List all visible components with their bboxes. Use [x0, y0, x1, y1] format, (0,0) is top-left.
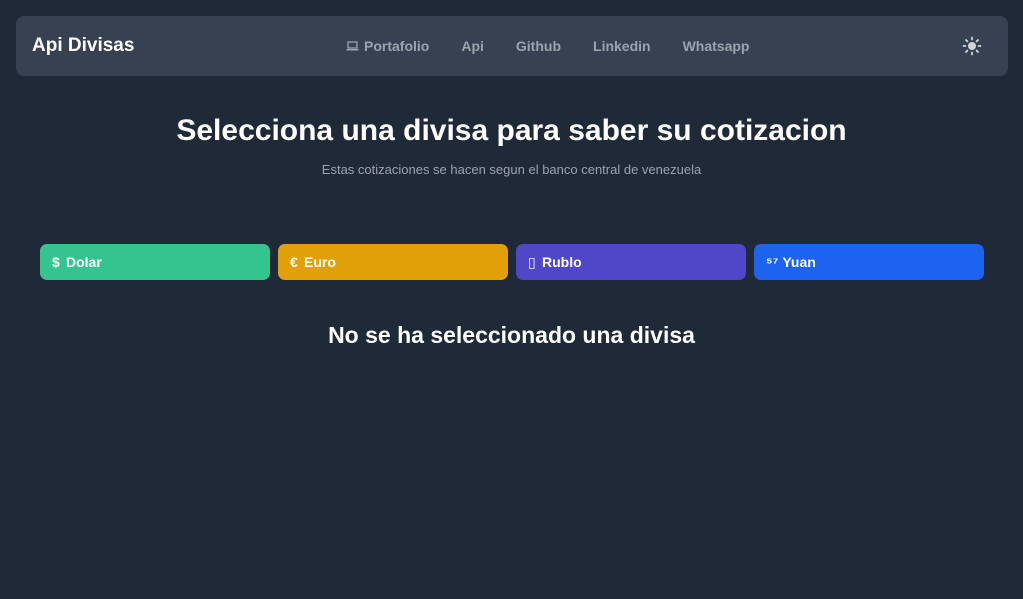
currency-label: Rublo	[542, 254, 582, 270]
page-subtitle: Estas cotizaciones se hacen segun el ban…	[321, 162, 702, 177]
currency-label: Dolar	[66, 254, 102, 270]
nav-link-github[interactable]: Github	[516, 38, 561, 54]
currency-label: Yuan	[782, 254, 816, 270]
brand-title[interactable]: Api Divisas	[32, 16, 134, 76]
yuan-button[interactable]: ⁵⁷ Yuan	[754, 244, 984, 280]
nav-link-linkedin[interactable]: Linkedin	[593, 38, 651, 54]
ruble-icon: ▯	[528, 253, 536, 270]
rublo-button[interactable]: ▯ Rublo	[516, 244, 746, 280]
yuan-icon: ⁵⁷	[766, 254, 779, 270]
sun-icon[interactable]	[962, 36, 982, 56]
empty-state-message: No se ha seleccionado una divisa	[328, 322, 695, 348]
nav-link-api[interactable]: Api	[461, 38, 484, 54]
dolar-button[interactable]: $ Dolar	[40, 244, 270, 280]
currency-selector: $ Dolar € Euro ▯ Rublo ⁵⁷ Yuan	[40, 244, 984, 280]
currency-label: Euro	[304, 254, 336, 270]
nav-link-whatsapp[interactable]: Whatsapp	[683, 38, 750, 54]
nav-links: Portafolio Api Github Linkedin Whatsapp	[346, 16, 749, 76]
page-title: Selecciona una divisa para saber su coti…	[176, 114, 847, 147]
nav-link-label: Portafolio	[364, 38, 430, 54]
dollar-icon: $	[52, 254, 60, 270]
euro-icon: €	[290, 254, 298, 270]
laptop-icon	[346, 41, 359, 51]
euro-button[interactable]: € Euro	[278, 244, 508, 280]
nav-link-portafolio[interactable]: Portafolio	[346, 38, 429, 54]
navbar: Api Divisas Portafolio Api Github Linked…	[16, 16, 1008, 76]
